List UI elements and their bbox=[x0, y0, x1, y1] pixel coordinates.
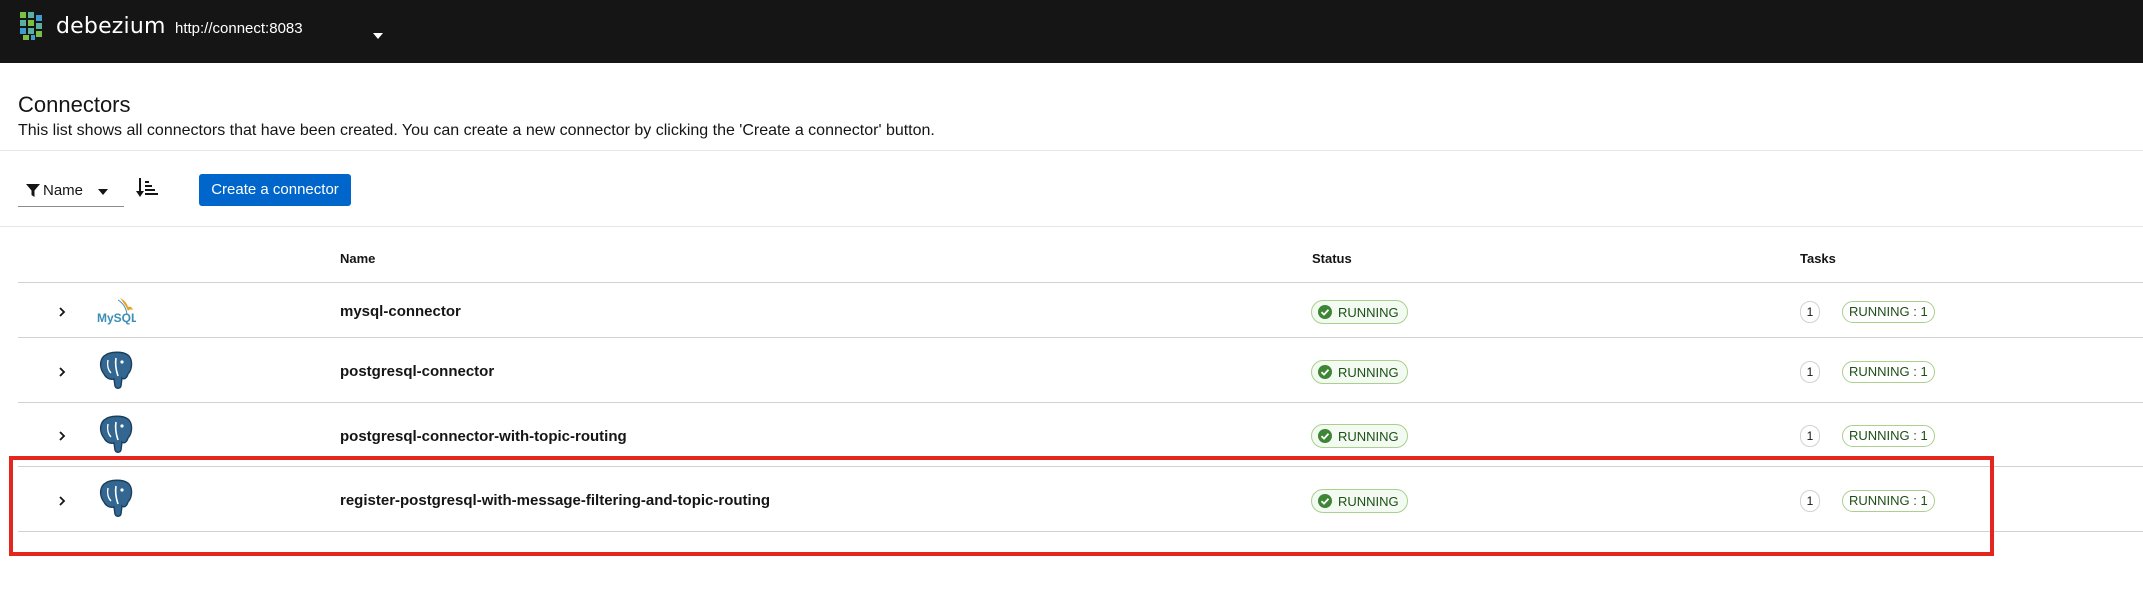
expand-row-toggle[interactable] bbox=[52, 426, 72, 446]
task-count-badge: 1 bbox=[1800, 301, 1820, 323]
status-badge: RUNNING bbox=[1311, 300, 1408, 324]
task-count-badge: 1 bbox=[1800, 425, 1820, 447]
connector-name[interactable]: mysql-connector bbox=[340, 303, 461, 320]
cluster-select[interactable]: http://connect:8083 bbox=[160, 8, 390, 50]
sort-ascending-icon[interactable] bbox=[136, 176, 158, 200]
status-badge: RUNNING bbox=[1311, 360, 1408, 384]
connector-name[interactable]: postgresql-connector-with-topic-routing bbox=[340, 428, 627, 445]
task-status-badge: RUNNING : 1 bbox=[1842, 361, 1935, 383]
page-description: This list shows all connectors that have… bbox=[18, 122, 935, 139]
highlight-box bbox=[9, 456, 1994, 556]
row-divider bbox=[18, 337, 2143, 338]
masthead: debezium http://connect:8083 bbox=[0, 0, 2143, 63]
mysql-logo-icon: MySQL bbox=[97, 298, 136, 325]
column-header-status[interactable]: Status bbox=[1312, 251, 1352, 266]
brand-name: debezium bbox=[56, 14, 166, 39]
status-text: RUNNING bbox=[1338, 428, 1399, 444]
create-connector-button[interactable]: Create a connector bbox=[199, 174, 351, 206]
chevron-right-icon bbox=[59, 431, 66, 441]
postgresql-logo-icon bbox=[99, 351, 133, 389]
task-status-badge: RUNNING : 1 bbox=[1842, 301, 1935, 323]
debezium-logo-icon bbox=[20, 12, 42, 40]
expand-row-toggle[interactable] bbox=[52, 362, 72, 382]
chevron-right-icon bbox=[59, 367, 66, 377]
task-status-badge: RUNNING : 1 bbox=[1842, 425, 1935, 447]
status-badge: RUNNING bbox=[1311, 424, 1408, 448]
filter-icon bbox=[26, 184, 40, 197]
row-divider bbox=[18, 402, 2143, 403]
table-header-border bbox=[18, 282, 2143, 283]
caret-down-icon bbox=[373, 33, 383, 39]
check-circle-icon bbox=[1318, 429, 1332, 443]
status-text: RUNNING bbox=[1338, 364, 1399, 380]
chevron-right-icon bbox=[59, 307, 66, 317]
column-header-tasks[interactable]: Tasks bbox=[1800, 251, 1836, 266]
check-circle-icon bbox=[1318, 365, 1332, 379]
header-divider bbox=[0, 150, 2143, 151]
status-text: RUNNING bbox=[1338, 304, 1399, 320]
filter-attribute-select[interactable]: Name bbox=[18, 175, 124, 207]
column-header-name[interactable]: Name bbox=[340, 251, 375, 266]
task-count-badge: 1 bbox=[1800, 361, 1820, 383]
page-title: Connectors bbox=[18, 92, 131, 117]
svg-text:MySQL: MySQL bbox=[97, 311, 136, 325]
expand-row-toggle[interactable] bbox=[52, 302, 72, 322]
postgresql-logo-icon bbox=[99, 415, 133, 453]
cluster-url: http://connect:8083 bbox=[175, 20, 303, 37]
toolbar-divider bbox=[0, 226, 2143, 227]
caret-down-icon bbox=[98, 189, 108, 195]
check-circle-icon bbox=[1318, 305, 1332, 319]
filter-attribute-label: Name bbox=[43, 182, 84, 199]
connector-name[interactable]: postgresql-connector bbox=[340, 363, 494, 380]
